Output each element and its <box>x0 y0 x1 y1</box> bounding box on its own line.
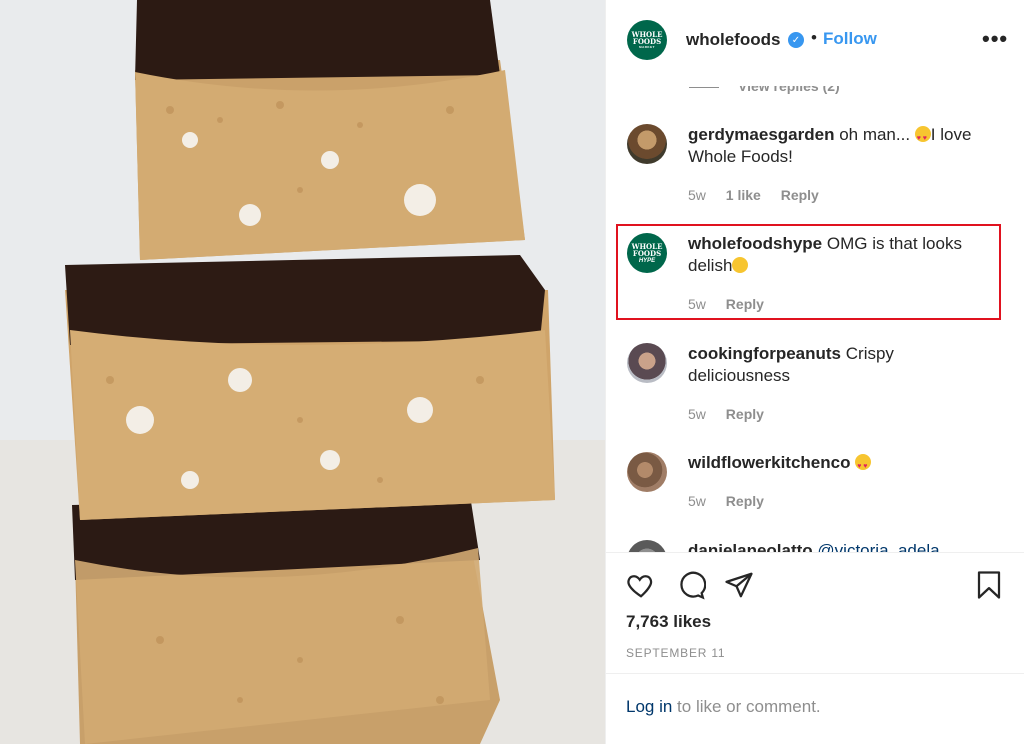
comments-list[interactable]: View replies (2) gerdymaesgarden oh man.… <box>606 60 1024 552</box>
view-replies-button[interactable]: View replies (2) <box>738 86 840 94</box>
logo-text-2: FOODS <box>632 248 662 258</box>
comment-meta: 5w Reply <box>688 296 780 312</box>
follow-button[interactable]: Follow <box>823 29 877 49</box>
post-photo <box>0 0 605 744</box>
top-bar <box>135 0 525 260</box>
post-username[interactable]: wholefoods <box>686 30 780 50</box>
wholefoods-avatar[interactable]: WHOLE FOODS MARKET <box>627 20 667 60</box>
yum-emoji-icon <box>732 257 749 273</box>
comment-age: 5w <box>688 187 706 203</box>
likes-count[interactable]: 7,763 likes <box>626 612 711 632</box>
comment-meta: 5w Reply <box>688 406 780 422</box>
avatar[interactable] <box>627 343 667 383</box>
comment-text: cookingforpeanuts Crispy deliciousness <box>688 343 998 387</box>
heart-icon[interactable] <box>626 570 656 600</box>
comment-text: danielaneolatto @victoria_adela <box>688 540 998 552</box>
reply-button[interactable]: Reply <box>726 296 764 312</box>
reply-button[interactable]: Reply <box>726 406 764 422</box>
login-link[interactable]: Log in <box>626 697 672 716</box>
comment-username[interactable]: wholefoodshype <box>688 234 822 253</box>
divider <box>606 673 1024 674</box>
comment-age: 5w <box>688 406 706 422</box>
avatar[interactable] <box>627 124 667 164</box>
separator-dot: • <box>811 28 817 47</box>
comment-username[interactable]: wildflowerkitchenco <box>688 453 850 472</box>
comment-body-1: oh man... <box>839 125 911 144</box>
share-icon[interactable] <box>724 570 754 600</box>
comment-username[interactable]: cookingforpeanuts <box>688 344 841 363</box>
middle-bar <box>65 255 555 520</box>
comment-username[interactable]: danielaneolatto <box>688 541 813 552</box>
post-date: SEPTEMBER 11 <box>626 646 726 660</box>
divider <box>606 552 1024 553</box>
comment-text: wildflowerkitchenco <box>688 452 998 478</box>
logo-text-3: MARKET <box>639 45 655 49</box>
comment-meta: 5w Reply <box>688 493 780 509</box>
heart-eyes-emoji-icon <box>855 454 872 478</box>
comment-text: wholefoodshype OMG is that looks delish <box>688 233 998 277</box>
comment-likes[interactable]: 1 like <box>726 187 761 203</box>
comment-meta: 5w 1 like Reply <box>688 187 835 203</box>
more-options-icon[interactable]: ••• <box>982 26 1008 52</box>
avatar[interactable] <box>627 452 667 492</box>
comment-icon[interactable] <box>676 570 706 600</box>
comment-username[interactable]: gerdymaesgarden <box>688 125 834 144</box>
wholefoodshype-avatar[interactable]: WHOLE FOODS HYPE <box>627 233 667 273</box>
logo-text-2: FOODS <box>632 37 662 46</box>
login-prompt-text: to like or comment. <box>672 697 821 716</box>
comment-age: 5w <box>688 493 706 509</box>
comment-text: gerdymaesgarden oh man... I love Whole F… <box>688 124 998 168</box>
heart-eyes-emoji-icon <box>914 126 931 150</box>
view-replies-line <box>689 87 719 88</box>
comment-mention[interactable]: @victoria_adela <box>817 541 939 552</box>
reply-button[interactable]: Reply <box>781 187 819 203</box>
avatar[interactable] <box>627 540 667 552</box>
comment-age: 5w <box>688 296 706 312</box>
reply-button[interactable]: Reply <box>726 493 764 509</box>
post-side-panel: WHOLE FOODS MARKET wholefoods ✓ • Follow… <box>605 0 1024 744</box>
bottom-bar <box>72 495 500 744</box>
bookmark-icon[interactable] <box>974 570 1004 600</box>
verified-icon: ✓ <box>788 32 804 48</box>
login-prompt: Log in to like or comment. <box>626 697 821 717</box>
logo-text-3: HYPE <box>638 257 656 264</box>
